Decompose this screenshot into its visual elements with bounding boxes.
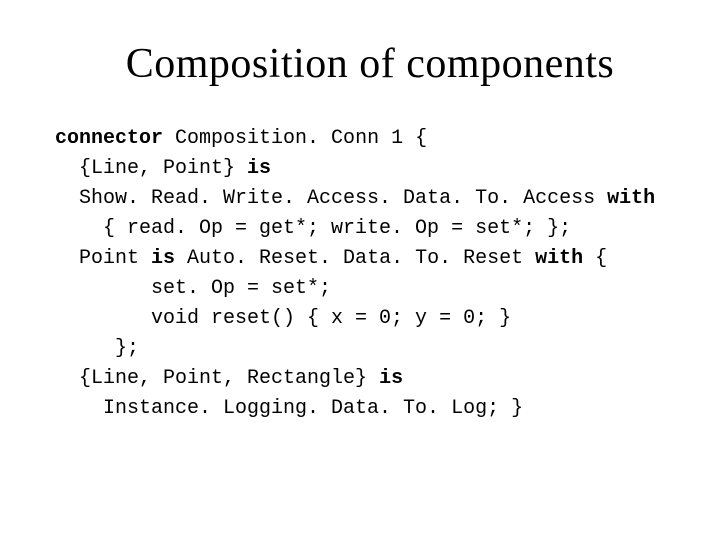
code-text: Instance. Logging. Data. To. Log; } — [55, 397, 523, 420]
code-text: Composition. Conn 1 { — [163, 127, 427, 150]
code-text: {Line, Point} — [55, 157, 247, 180]
code-text: }; — [55, 337, 139, 360]
code-text: {Line, Point, Rectangle} — [55, 367, 379, 390]
code-text: { read. Op = get*; write. Op = set*; }; — [55, 217, 571, 240]
code-text: Auto. Reset. Data. To. Reset — [175, 247, 535, 270]
code-text: void reset() { x = 0; y = 0; } — [55, 307, 511, 330]
code-block: connector Composition. Conn 1 { {Line, P… — [50, 124, 670, 424]
keyword-is: is — [247, 157, 271, 180]
keyword-with: with — [535, 247, 583, 270]
keyword-connector: connector — [55, 127, 163, 150]
keyword-with: with — [607, 187, 655, 210]
slide-title: Composition of components — [70, 40, 670, 88]
code-text: Show. Read. Write. Access. Data. To. Acc… — [55, 187, 607, 210]
keyword-is: is — [379, 367, 403, 390]
code-text: Point — [55, 247, 151, 270]
code-text: set. Op = set*; — [55, 277, 331, 300]
keyword-is: is — [151, 247, 175, 270]
code-text: { — [583, 247, 607, 270]
